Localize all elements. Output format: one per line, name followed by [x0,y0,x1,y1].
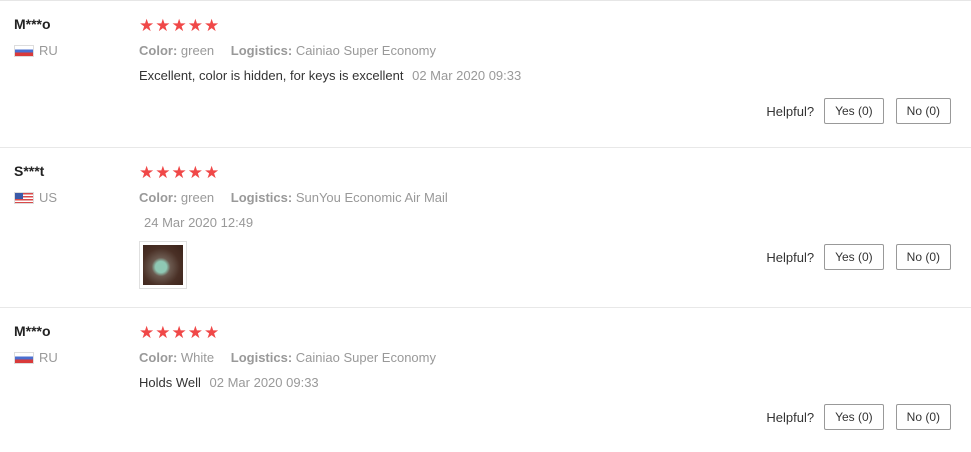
color-value: green [180,43,215,58]
order-attributes: Color: green Logistics: SunYou Economic … [139,189,951,207]
country-code: RU [39,350,58,365]
helpful-no-button[interactable]: No (0) [895,244,951,270]
review-date: 02 Mar 2020 09:33 [209,375,319,390]
review-text: Holds Well [139,375,201,390]
logistics-value: Cainiao Super Economy [295,350,436,365]
reviewer-name: S***t [14,163,45,179]
helpful-controls: Helpful? Yes (0) No (0) [766,98,951,124]
review-photo-image [143,245,183,285]
helpful-no-button[interactable]: No (0) [895,404,951,430]
reviewer-country: RU [14,350,114,365]
review-date: 02 Mar 2020 09:33 [412,68,522,83]
order-attributes: Color: White Logistics: Cainiao Super Ec… [139,349,951,367]
flag-ru-icon [14,44,34,57]
helpful-label: Helpful? [766,249,815,265]
review-item: M***o RU ★★★★★ Color: White Logistics: C… [0,308,971,452]
reviewer-info: M***o RU [14,16,114,58]
review-text-row: 24 Mar 2020 12:49 [139,214,951,232]
color-value: White [180,350,215,365]
star-rating: ★★★★★ [139,16,221,35]
color-label: Color: [139,43,178,58]
helpful-label: Helpful? [766,409,815,425]
review-text-row: Excellent, color is hidden, for keys is … [139,67,951,85]
color-label: Color: [139,350,178,365]
review-content: ★★★★★ Color: green Logistics: Cainiao Su… [139,16,951,85]
country-code: RU [39,43,58,58]
review-photo-thumbnail[interactable] [139,241,187,289]
helpful-label: Helpful? [766,103,815,119]
flag-us-icon [14,191,34,204]
helpful-yes-button[interactable]: Yes (0) [824,244,884,270]
logistics-value: Cainiao Super Economy [295,43,437,58]
color-label: Color: [139,190,178,205]
review-text-row: Holds Well 02 Mar 2020 09:33 [139,374,951,392]
helpful-controls: Helpful? Yes (0) No (0) [766,404,951,430]
helpful-yes-button[interactable]: Yes (0) [824,404,884,430]
country-code: US [39,190,58,205]
reviewer-name: M***o [14,323,51,339]
reviewer-info: M***o RU [14,323,114,365]
color-value: green [180,190,215,205]
review-date: 24 Mar 2020 12:49 [144,215,254,230]
order-attributes: Color: green Logistics: Cainiao Super Ec… [139,42,951,60]
reviewer-country: RU [14,43,114,58]
helpful-controls: Helpful? Yes (0) No (0) [766,244,951,270]
reviewer-info: S***t US [14,163,114,205]
reviewer-country: US [14,190,114,205]
helpful-no-button[interactable]: No (0) [895,98,951,124]
review-item: M***o RU ★★★★★ Color: green Logistics: C… [0,1,971,148]
review-item: S***t US ★★★★★ Color: green Logistics: S… [0,148,971,308]
reviewer-name: M***o [14,16,51,32]
logistics-label: Logistics: [230,190,293,205]
flag-ru-icon [14,351,34,364]
logistics-value: SunYou Economic Air Mail [295,190,448,205]
logistics-label: Logistics: [230,350,293,365]
review-text: Excellent, color is hidden, for keys is … [139,68,404,83]
review-content: ★★★★★ Color: White Logistics: Cainiao Su… [139,323,951,392]
helpful-yes-button[interactable]: Yes (0) [824,98,884,124]
star-rating: ★★★★★ [139,323,221,342]
logistics-label: Logistics: [230,43,293,58]
star-rating: ★★★★★ [139,163,221,182]
review-content: ★★★★★ Color: green Logistics: SunYou Eco… [139,163,951,289]
